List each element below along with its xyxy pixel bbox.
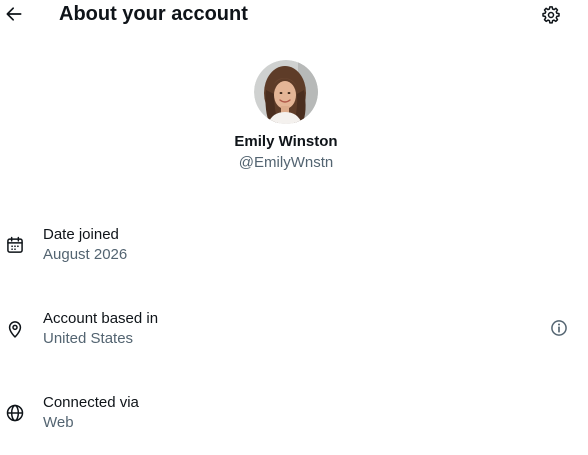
account-location-info-button[interactable] — [548, 317, 570, 339]
settings-button[interactable] — [540, 4, 562, 26]
connected-via-value: Web — [43, 414, 74, 431]
info-icon — [551, 320, 567, 336]
location-pin-icon — [4, 318, 26, 340]
date-joined-row: Date joined August 2026 — [0, 225, 588, 269]
connected-via-row: Connected via Web — [0, 393, 588, 437]
account-based-in-row: Account based in United States — [0, 309, 588, 353]
connected-via-label: Connected via — [43, 394, 139, 411]
calendar-icon — [4, 234, 26, 256]
globe-icon — [4, 402, 26, 424]
gear-icon — [542, 6, 560, 24]
avatar[interactable] — [254, 60, 318, 124]
profile-handle: @EmilyWnstn — [238, 154, 334, 171]
profile-name: Emily Winston — [234, 133, 338, 150]
date-joined-text: Date joined August 2026 — [43, 225, 127, 265]
back-button[interactable] — [4, 3, 24, 25]
profile-photo — [254, 60, 318, 124]
account-based-in-value: United States — [43, 330, 134, 347]
date-joined-label: Date joined — [43, 226, 119, 243]
date-joined-value: August 2026 — [43, 246, 128, 263]
account-based-in-label: Account based in — [43, 310, 159, 327]
account-based-in-text: Account based in United States — [43, 309, 158, 349]
connected-via-text: Connected via Web — [43, 393, 139, 433]
page-title: About your account — [59, 3, 248, 25]
back-arrow-icon — [6, 7, 22, 21]
header: About your account — [0, 0, 588, 30]
